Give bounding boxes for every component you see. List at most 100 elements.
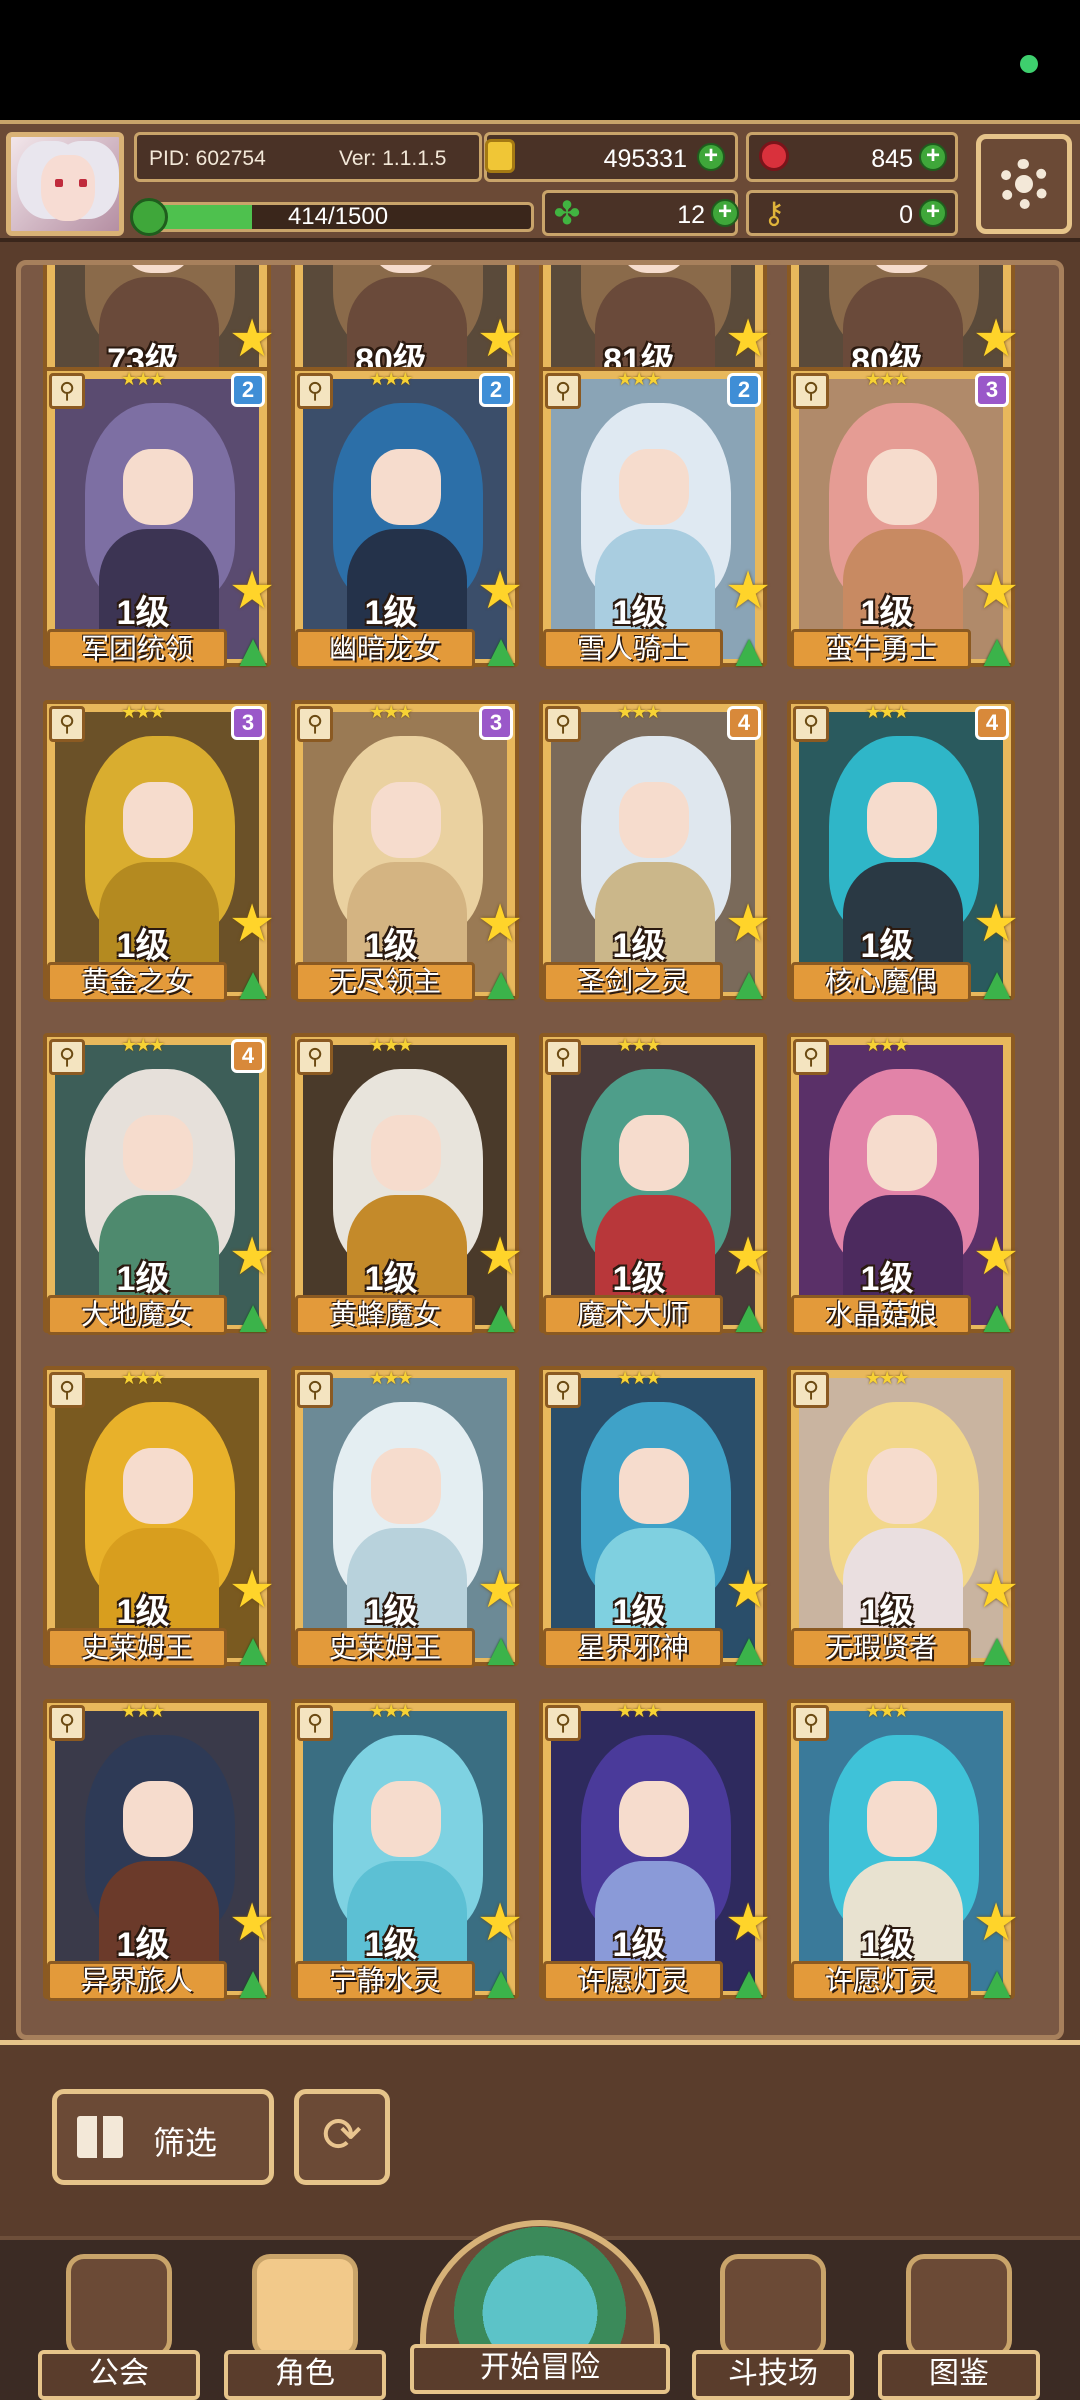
reset-button[interactable]: ⟳ <box>294 2089 390 2185</box>
portrait-face <box>867 1115 937 1191</box>
add-key-button[interactable]: + <box>919 199 947 227</box>
card-name: 许愿灯灵 <box>543 1961 723 2001</box>
rank-badge: 2 <box>231 373 265 407</box>
character-card[interactable]: ⚲ ★★★ 1级 ★ 许愿灯灵 ▲ <box>787 1699 1020 2017</box>
character-card[interactable]: ⚲ ★★★ 3 1级 ★ 黄金之女 ▲ <box>43 700 276 1018</box>
card-level: 1级 <box>116 1593 170 1631</box>
star-upgrade-icon: ★ <box>724 895 772 953</box>
weapon-type-icon: ⚲ <box>545 706 581 742</box>
card-level: 1级 <box>612 1926 666 1964</box>
rank-badge: 3 <box>479 706 513 740</box>
rarity-stars: ★★★ <box>617 369 661 389</box>
star-upgrade-icon: ★ <box>476 1228 524 1286</box>
weapon-type-icon: ⚲ <box>49 1039 85 1075</box>
key-value: 0 <box>899 201 913 229</box>
level-up-arrow-icon: ▲ <box>230 1623 276 1675</box>
weapon-type-icon: ⚲ <box>793 1039 829 1075</box>
character-card[interactable]: ⚲ ★★★ 1级 ★ 史莱姆王 ▲ <box>43 1366 276 1684</box>
level-up-arrow-icon: ▲ <box>726 1290 772 1342</box>
rank-badge: 2 <box>479 373 513 407</box>
rarity-stars: ★★★ <box>369 1035 413 1055</box>
character-card[interactable]: ⚲ ★★★ 1级 ★ 异界旅人 ▲ <box>43 1699 276 2017</box>
character-card[interactable]: ⚲ ★★★ 3 1级 ★ 蛮牛勇士 ▲ <box>787 367 1020 685</box>
level-up-arrow-icon: ▲ <box>726 1623 772 1675</box>
avatar-eye <box>55 179 63 187</box>
card-name: 圣剑之灵 <box>543 962 723 1002</box>
card-level: 1级 <box>860 927 914 965</box>
star-upgrade-icon: ★ <box>476 310 524 368</box>
star-upgrade-icon: ★ <box>476 1561 524 1619</box>
portrait-face <box>371 1115 441 1191</box>
portrait-face <box>123 782 193 858</box>
pid-box: PID: 602754 Ver: 1.1.1.5 <box>134 132 482 182</box>
rarity-stars: ★★★ <box>121 1368 165 1388</box>
rarity-stars: ★★★ <box>121 702 165 722</box>
card-name: 异界旅人 <box>47 1961 227 2001</box>
rarity-stars: ★★★ <box>617 1368 661 1388</box>
weapon-type-icon: ⚲ <box>793 706 829 742</box>
gold-box: 495331 + <box>484 132 738 182</box>
level-up-arrow-icon: ▲ <box>230 624 276 676</box>
character-grid[interactable]: 73级 ★ 水晶菇娘 ▲ 80级 ★ 荒漠舞姬 ▲ 81级 <box>16 260 1064 2040</box>
filter-label: 筛选 <box>153 2125 218 2161</box>
rarity-stars: ★★★ <box>865 702 909 722</box>
weapon-type-icon: ⚲ <box>793 1372 829 1408</box>
card-level: 1级 <box>116 927 170 965</box>
character-card[interactable]: ⚲ ★★★ 1级 ★ 星界邪神 ▲ <box>539 1366 772 1684</box>
card-name: 大地魔女 <box>47 1295 227 1335</box>
character-card[interactable]: ⚲ ★★★ 1级 ★ 水晶菇娘 ▲ <box>787 1033 1020 1351</box>
add-gold-button[interactable]: + <box>697 143 725 171</box>
nav-guild[interactable]: 公会 <box>38 2254 200 2400</box>
add-gem-button[interactable]: + <box>919 143 947 171</box>
card-level: 1级 <box>364 594 418 632</box>
level-up-arrow-icon: ▲ <box>230 957 276 1009</box>
portrait-face <box>371 782 441 858</box>
weapon-type-icon: ⚲ <box>793 1705 829 1741</box>
portrait-face <box>867 449 937 525</box>
weapon-type-icon: ⚲ <box>297 1372 333 1408</box>
character-card[interactable]: ⚲ ★★★ 4 1级 ★ 圣剑之灵 ▲ <box>539 700 772 1018</box>
character-card[interactable]: ⚲ ★★★ 4 1级 ★ 核心魔偶 ▲ <box>787 700 1020 1018</box>
character-card[interactable]: ⚲ ★★★ 1级 ★ 魔术大师 ▲ <box>539 1033 772 1351</box>
weapon-type-icon: ⚲ <box>49 1372 85 1408</box>
energy-plus-icon[interactable] <box>130 198 168 236</box>
card-name: 史莱姆王 <box>47 1628 227 1668</box>
character-card[interactable]: ⚲ ★★★ 2 1级 ★ 幽暗龙女 ▲ <box>291 367 524 685</box>
character-card[interactable]: ⚲ ★★★ 1级 ★ 宁静水灵 ▲ <box>291 1699 524 2017</box>
card-level: 1级 <box>860 1926 914 1964</box>
star-upgrade-icon: ★ <box>476 895 524 953</box>
character-panel: 73级 ★ 水晶菇娘 ▲ 80级 ★ 荒漠舞姬 ▲ 81级 <box>0 242 1080 2050</box>
card-name: 无瑕贤者 <box>791 1628 971 1668</box>
character-card[interactable]: ⚲ ★★★ 4 1级 ★ 大地魔女 ▲ <box>43 1033 276 1351</box>
nav-codex-label: 图鉴 <box>878 2350 1040 2400</box>
character-card[interactable]: ⚲ ★★★ 1级 ★ 史莱姆王 ▲ <box>291 1366 524 1684</box>
player-avatar[interactable] <box>6 132 124 236</box>
character-card[interactable]: ⚲ ★★★ 1级 ★ 无瑕贤者 ▲ <box>787 1366 1020 1684</box>
weapon-type-icon: ⚲ <box>545 373 581 409</box>
weapon-type-icon: ⚲ <box>49 373 85 409</box>
card-level: 1级 <box>612 927 666 965</box>
card-name: 军团统领 <box>47 629 227 669</box>
settings-button[interactable] <box>976 134 1072 234</box>
grid-icon <box>77 2116 123 2158</box>
rarity-stars: ★★★ <box>121 1701 165 1721</box>
level-up-arrow-icon: ▲ <box>726 624 772 676</box>
level-up-arrow-icon: ▲ <box>478 1290 524 1342</box>
character-card[interactable]: ⚲ ★★★ 2 1级 ★ 雪人骑士 ▲ <box>539 367 772 685</box>
nav-arena[interactable]: 斗技场 <box>692 2254 854 2400</box>
star-upgrade-icon: ★ <box>972 562 1020 620</box>
star-upgrade-icon: ★ <box>724 310 772 368</box>
character-card[interactable]: ⚲ ★★★ 3 1级 ★ 无尽领主 ▲ <box>291 700 524 1018</box>
nav-adventure[interactable]: 开始冒险 <box>410 2220 670 2400</box>
character-card[interactable]: ⚲ ★★★ 1级 ★ 许愿灯灵 ▲ <box>539 1699 772 2017</box>
level-up-arrow-icon: ▲ <box>974 1290 1020 1342</box>
filter-button[interactable]: 筛选 <box>52 2089 274 2185</box>
character-card[interactable]: ⚲ ★★★ 1级 ★ 黄蜂魔女 ▲ <box>291 1033 524 1351</box>
portrait-face <box>619 1448 689 1524</box>
nav-character[interactable]: 角色 <box>224 2254 386 2400</box>
card-name: 许愿灯灵 <box>791 1961 971 2001</box>
nav-codex[interactable]: 图鉴 <box>878 2254 1040 2400</box>
avatar-face <box>41 155 95 221</box>
character-card[interactable]: ⚲ ★★★ 2 1级 ★ 军团统领 ▲ <box>43 367 276 685</box>
add-clover-button[interactable]: + <box>711 199 739 227</box>
